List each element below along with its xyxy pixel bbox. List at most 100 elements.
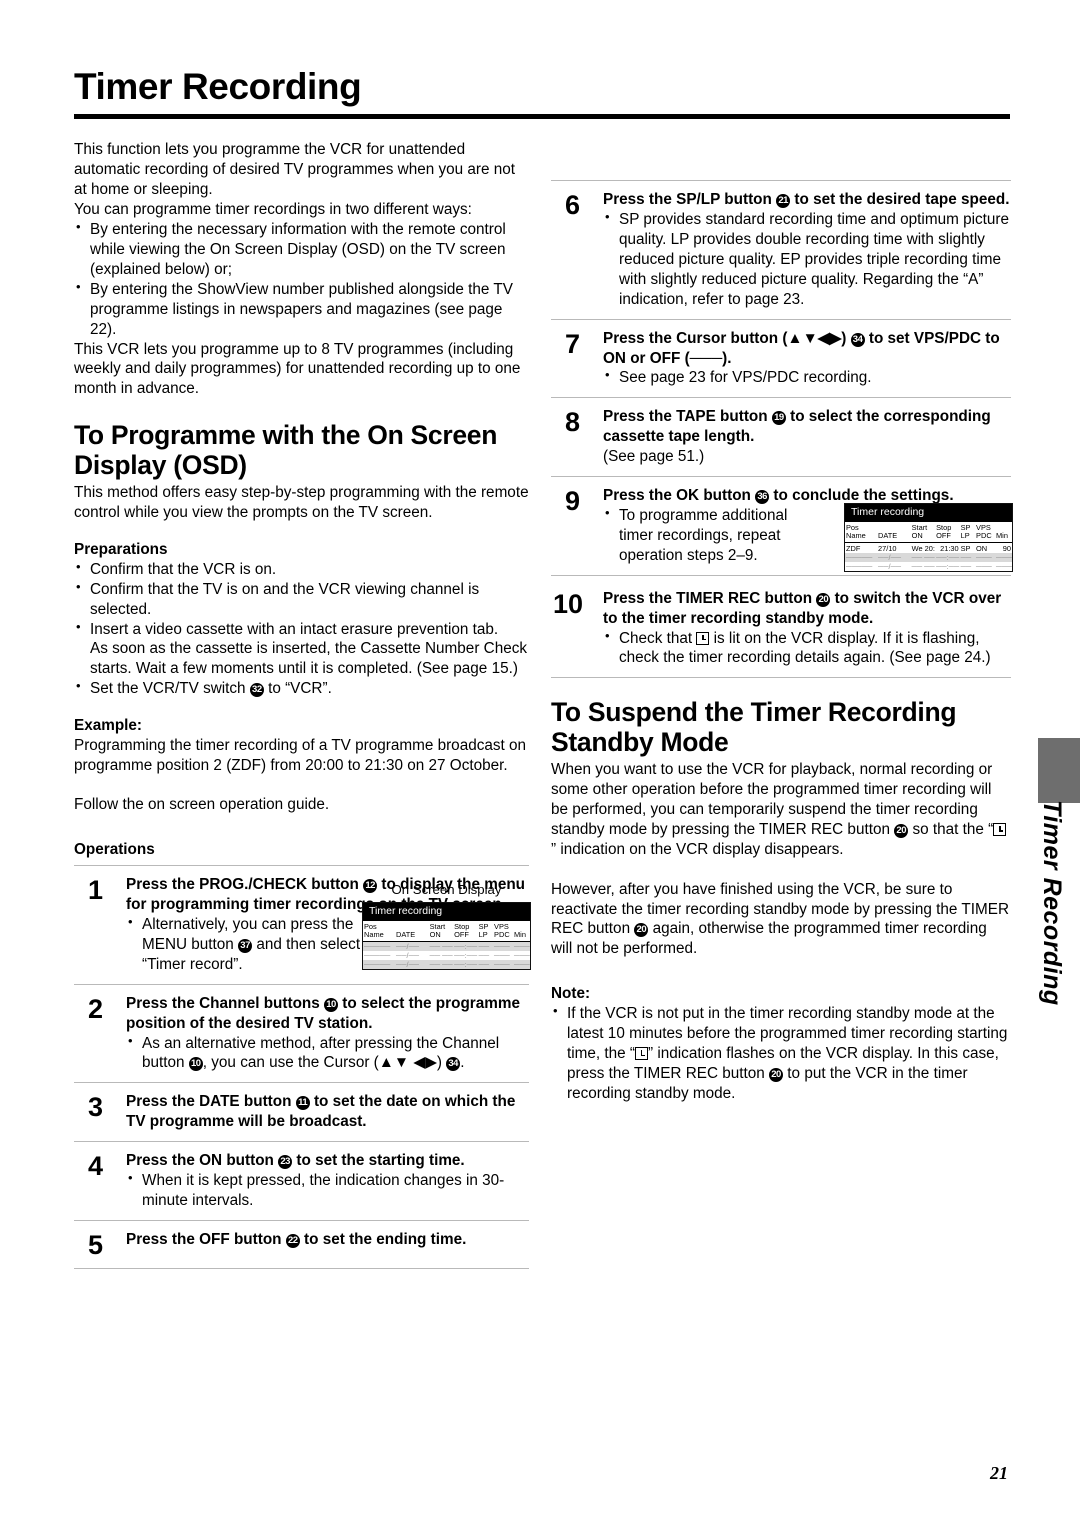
table-row: ───── ──/── ── ──:── ──:── ── ─── ─── (363, 941, 530, 951)
osd-h-date: DATE (395, 931, 429, 942)
list-item: Alternatively, you can press the MENU bu… (126, 914, 376, 975)
list-item: SP provides standard recording time and … (603, 209, 1011, 310)
osd-cell-vps: ─── (494, 959, 510, 969)
osd-cell-min: ─── (996, 561, 1012, 571)
step-2-number: 2 (88, 993, 104, 1024)
osd-cell-min: ─── (514, 959, 530, 969)
osd-cell-min: ─── (996, 552, 1012, 562)
osd-section-heading: To Programme with the On Screen Display … (74, 420, 498, 481)
step-9-number: 9 (565, 486, 581, 517)
table-row: ───── ──/── ── ──:── ──:── ── ─── ─── (363, 959, 530, 969)
list-item: By entering the necessary information wi… (74, 219, 529, 280)
button-badge-20: 20 (769, 1068, 784, 1083)
preparations-heading: Preparations (74, 540, 168, 558)
right-column: 6 Press the SP/LP button 21 to set the d… (551, 140, 1013, 1104)
osd-cell-vps: ON (976, 543, 988, 553)
follow-guide-text: Follow the on screen operation guide. (74, 796, 330, 814)
table-row: ───── ──/── ── ──:── ──:── ── ─── ─── (845, 561, 1012, 571)
step-10-body: Press the TIMER REC button 20 to switch … (603, 589, 1011, 669)
suspend-section-heading: To Suspend the Timer Recording Standby M… (551, 697, 957, 758)
osd-h-min: Min (995, 532, 1012, 543)
step-8-head-pre: Press the TAPE button (603, 408, 772, 426)
osd-cell-vps: ─── (494, 950, 510, 960)
step-5-number: 5 (88, 1229, 104, 1260)
osd-cell-min: ─── (514, 941, 530, 951)
step-7-body: Press the Cursor button (▲▼◀▶) 34 to set… (603, 329, 1011, 389)
step-9-head-post: to conclude the settings. (769, 487, 954, 505)
list-item: When it is kept pressed, the indication … (126, 1170, 529, 1211)
step-10-head-pre: Press the TIMER REC button (603, 589, 817, 607)
suspend-paragraph-2: However, after you have finished using t… (551, 880, 1011, 960)
step-3-head-pre: Press the DATE button (126, 1093, 296, 1111)
osd-cell-start: ── ──:── (911, 552, 936, 562)
step-2-heading: Press the Channel buttons 10 to select t… (126, 994, 529, 1034)
intro-paragraph-1: This function lets you programme the VCR… (74, 141, 516, 198)
osd-h-min: Min (513, 931, 530, 942)
osd-header-row-2: Name DATE ON OFF LP PDC Min (363, 931, 530, 942)
step-4-head-pre: Press the ON button (126, 1152, 279, 1170)
step-3-heading: Press the DATE button 11 to set the date… (126, 1092, 529, 1132)
preparation-3: Insert a video cassette with an intact e… (90, 620, 499, 638)
step-4-body: Press the ON button 23 to set the starti… (126, 1151, 529, 1211)
osd-cell-start: ── ──:── (429, 941, 454, 951)
timer-clock-icon (635, 1047, 649, 1061)
step-3-body: Press the DATE button 11 to set the date… (126, 1092, 529, 1132)
intro-paragraph-2: You can programme timer recordings in tw… (74, 200, 472, 218)
step-5-body: Press the OFF button 22 to set the endin… (126, 1230, 529, 1250)
step-4-heading: Press the ON button 23 to set the starti… (126, 1151, 529, 1171)
osd-cell-vps: ─── (976, 561, 992, 571)
step-10-heading: Press the TIMER REC button 20 to switch … (603, 589, 1011, 629)
side-tab-block (1038, 738, 1080, 803)
osd-h-pdc: PDC (493, 931, 514, 942)
osd-cell-sp: SP (960, 543, 971, 553)
step-4-bullets: When it is kept pressed, the indication … (126, 1170, 529, 1211)
step-4-head-post: to set the starting time. (292, 1152, 465, 1170)
osd-h-lp: LP (959, 532, 976, 543)
step-5-bottom-divider (74, 1267, 529, 1269)
page-title: Timer Recording (74, 66, 362, 107)
osd-h-lp: LP (477, 931, 494, 942)
side-tab-label: Timer Recording (1038, 800, 1066, 1006)
osd-cell-sp: ── (478, 941, 490, 951)
osd-header-row-2: Name DATE ON OFF LP PDC Min (845, 532, 1012, 543)
timer-clock-icon (696, 631, 710, 645)
step-5-heading: Press the OFF button 22 to set the endin… (126, 1230, 529, 1250)
step-10-number: 10 (553, 588, 584, 619)
osd-h-name: Name (363, 931, 396, 942)
step-10-bottom-divider (551, 677, 1011, 679)
osd-cell-start: ── ──:── (429, 959, 454, 969)
osd-cell-date: ──/── (878, 552, 902, 562)
step-8: 8 Press the TAPE button 19 to select the… (551, 397, 1011, 476)
manual-page: Timer Recording This function lets you p… (0, 0, 1080, 1526)
suspend-paragraph-1: When you want to use the VCR for playbac… (551, 760, 1011, 860)
osd-cell-sp: ── (960, 561, 972, 571)
example-heading: Example: (74, 717, 143, 735)
step-3: 3 Press the DATE button 11 to set the da… (74, 1082, 529, 1141)
operations-heading: Operations (74, 841, 155, 859)
list-item: To programme additional timer recordings… (603, 505, 808, 566)
step-7-bullet: See page 23 for VPS/PDC recording. (619, 369, 872, 387)
list-item: Insert a video cassette with an intact e… (74, 619, 529, 680)
osd-cell-pos: ───── (364, 959, 391, 969)
step-7-number: 7 (565, 328, 581, 359)
osd-cell-start: ── ──:── (429, 950, 454, 960)
step-10-bullet-pre: Check that (619, 629, 697, 647)
example-text: Programming the timer recording of a TV … (74, 737, 527, 775)
step-6: 6 Press the SP/LP button 21 to set the d… (551, 180, 1011, 319)
osd-panel: Timer recording Pos Start Stop SP VPS Na… (844, 503, 1013, 572)
osd-h-off: OFF (453, 931, 478, 942)
preparation-4-pre: Set the VCR/TV switch (90, 680, 250, 698)
osd-section-intro: This method offers easy step-by-step pro… (74, 483, 529, 521)
step-6-heading: Press the SP/LP button 21 to set the des… (603, 190, 1011, 210)
osd-cell-date: 27/10 (878, 543, 897, 553)
suspend-p1-post: ” indication on the VCR display disappea… (551, 840, 844, 858)
step-7: 7 Press the Cursor button (▲▼◀▶) 34 to s… (551, 318, 1011, 398)
timer-clock-icon (993, 822, 1007, 836)
osd-cell-pos: ───── (364, 950, 391, 960)
step-2-bullet-post: . (460, 1054, 465, 1072)
table-row: ───── ──/── ── ──:── ──:── ── ─── ─── (845, 552, 1012, 562)
step-7-head-pre: Press the Cursor button (▲▼◀▶) (603, 329, 851, 347)
intro-bullet-1: By entering the necessary information wi… (90, 220, 506, 278)
osd-cell-date: ──/── (396, 941, 420, 951)
osd-cell-sp: ── (960, 552, 972, 562)
